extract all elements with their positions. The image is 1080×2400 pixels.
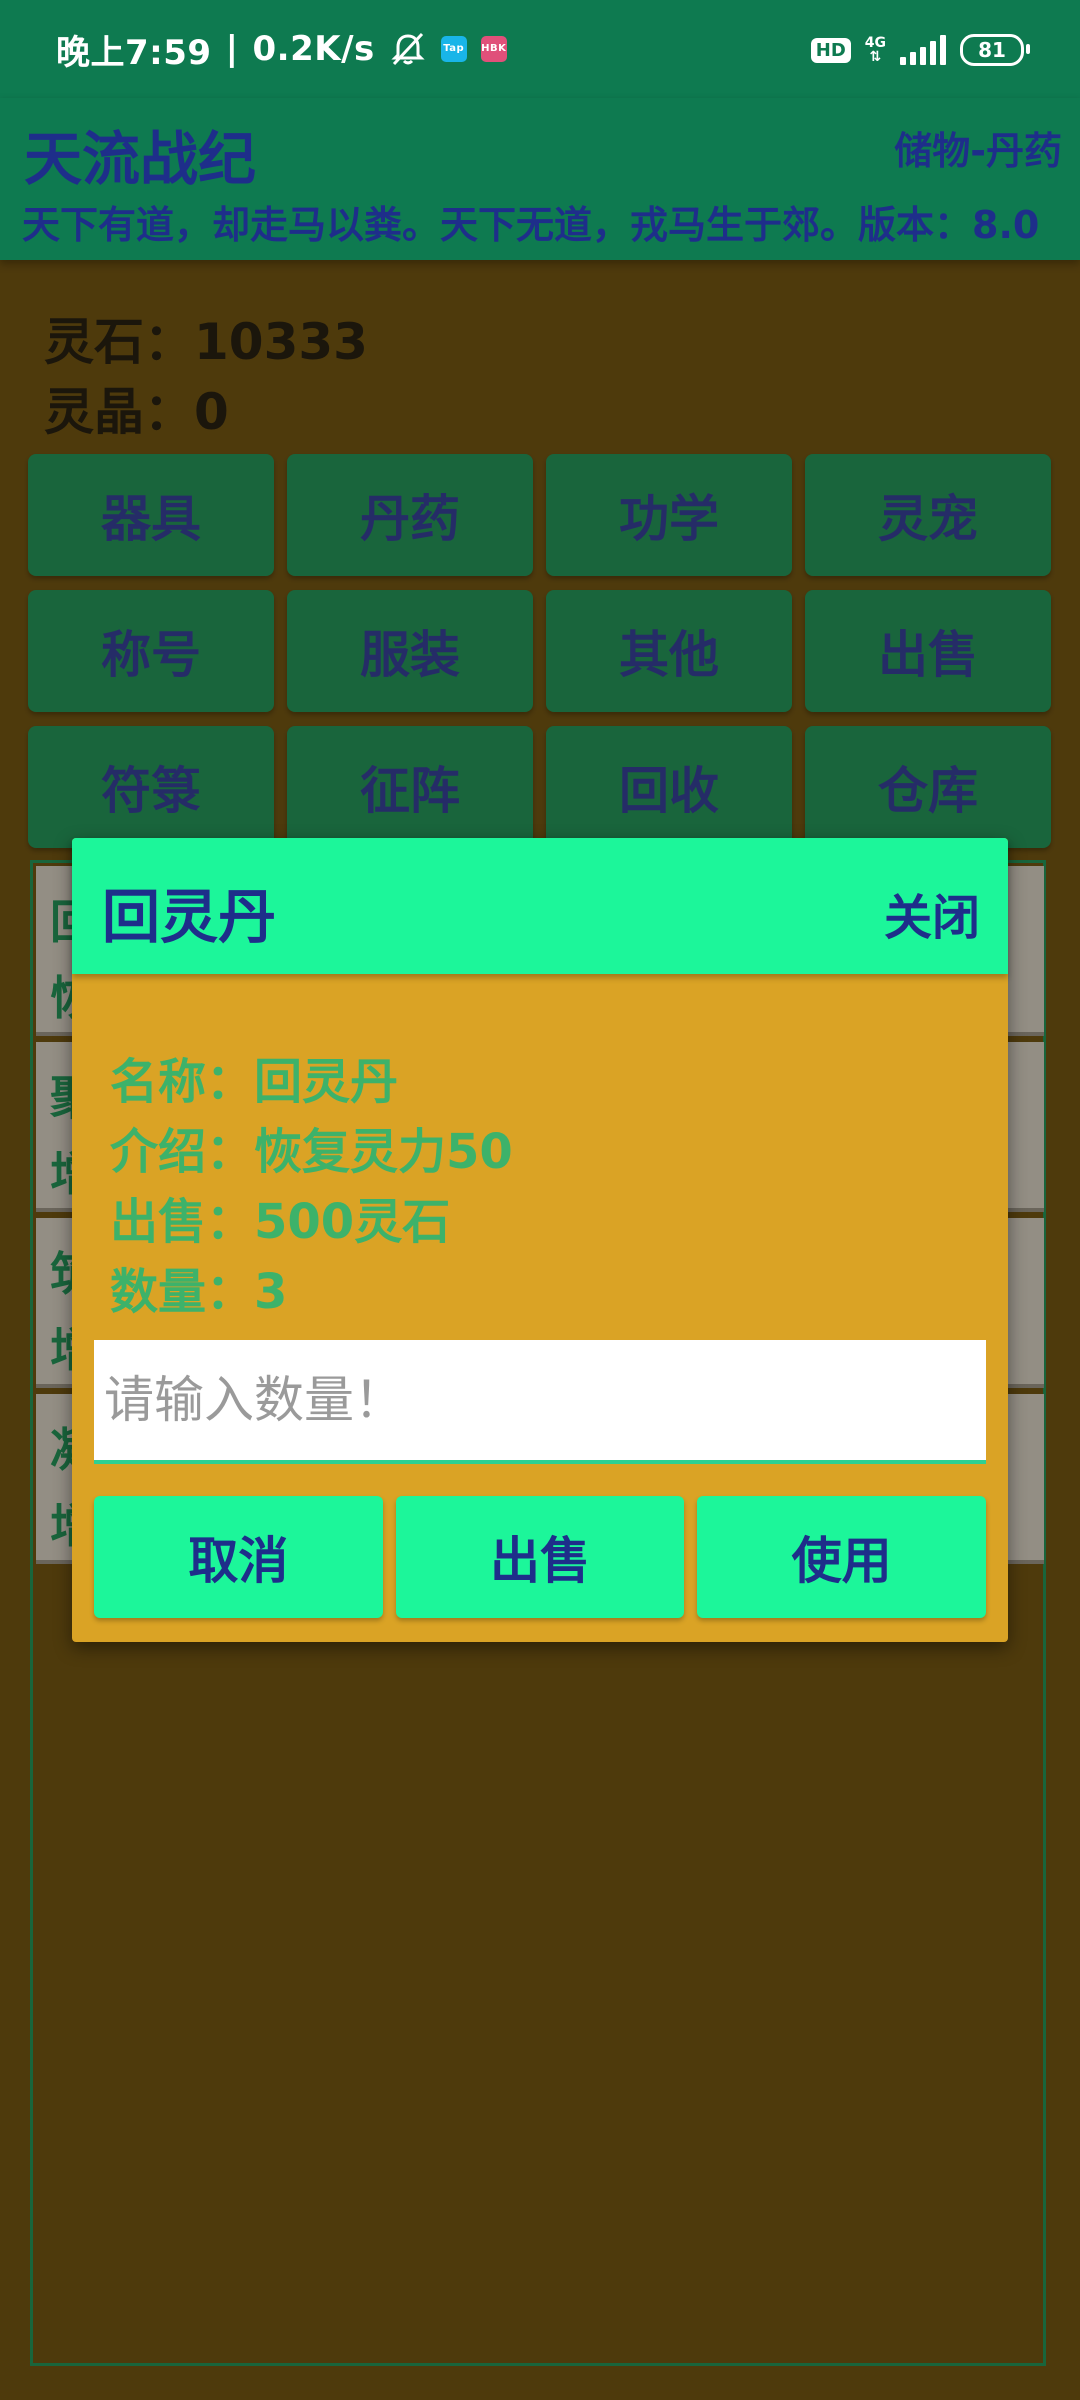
network-type: 4G ⇅ <box>864 35 886 65</box>
signal-icon <box>900 35 946 65</box>
dialog-header: 回灵丹 关闭 <box>72 838 1008 974</box>
bell-off-icon <box>389 30 427 68</box>
header-motto: 天下有道，却走马以粪。天下无道，戎马生于郊。版本：8.0 <box>22 203 1040 247</box>
status-divider: | <box>225 29 239 69</box>
item-price-line: 出售：500灵石 <box>110 1194 451 1250</box>
item-quantity-line: 数量：3 <box>110 1264 288 1320</box>
cancel-button[interactable]: 取消 <box>94 1496 383 1618</box>
item-description-line: 介绍：恢复灵力50 <box>110 1124 513 1180</box>
hbk-app-icon: HBK <box>480 36 507 62</box>
network-type-label: 4G <box>864 35 886 51</box>
status-left: 晚上7:59 | 0.2K/s Tap HBK <box>56 26 507 73</box>
use-button[interactable]: 使用 <box>697 1496 987 1618</box>
status-time: 晚上7:59 <box>56 32 212 73</box>
dialog-actions: 取消 出售 使用 <box>94 1496 987 1618</box>
quantity-input[interactable] <box>94 1340 986 1464</box>
battery-icon: 81 <box>960 34 1030 66</box>
battery-level: 81 <box>978 38 1006 62</box>
close-button[interactable]: 关闭 <box>884 878 980 948</box>
dialog-title: 回灵丹 <box>102 883 277 951</box>
app-title: 天流战纪 <box>24 125 257 193</box>
status-right: HD 4G ⇅ 81 <box>810 28 1030 72</box>
sell-button[interactable]: 出售 <box>395 1496 685 1618</box>
item-detail-dialog: 回灵丹 关闭 名称：回灵丹 介绍：恢复灵力50 出售：500灵石 数量：3 取消… <box>72 838 1008 1642</box>
status-bar: 晚上7:59 | 0.2K/s Tap HBK HD 4G ⇅ 81 <box>0 0 1080 98</box>
taptap-app-icon: Tap <box>440 36 467 62</box>
section-breadcrumb: 储物-丹药 <box>894 129 1062 173</box>
status-net-speed: 0.2K/s <box>252 29 375 69</box>
hd-badge: HD <box>810 37 851 63</box>
app-header: 天流战纪 储物-丹药 天下有道，却走马以粪。天下无道，戎马生于郊。版本：8.0 <box>0 98 1080 260</box>
item-name-line: 名称：回灵丹 <box>110 1054 399 1110</box>
